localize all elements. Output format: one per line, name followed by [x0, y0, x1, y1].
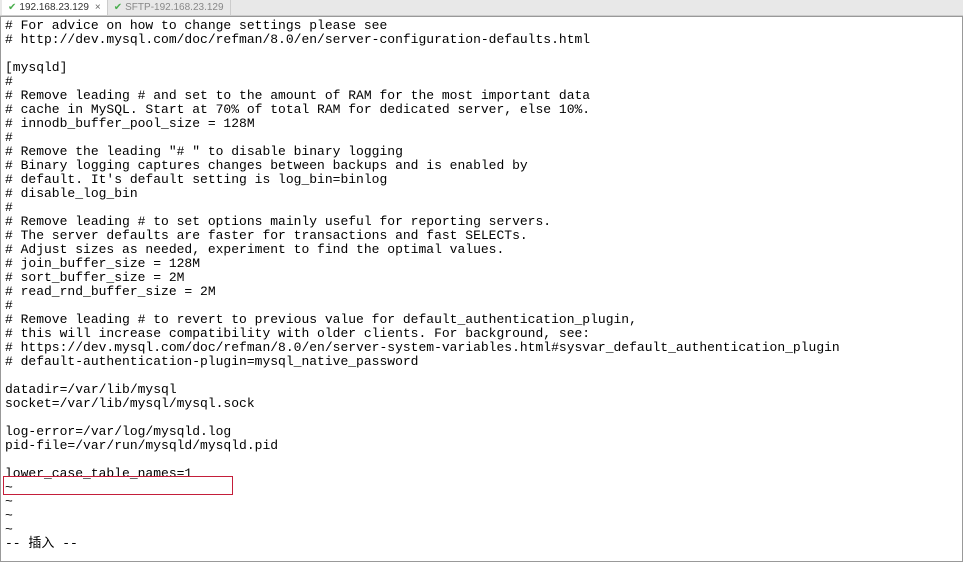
text-editor[interactable]: # For advice on how to change settings p… [0, 16, 963, 562]
tab-inactive[interactable]: ✔ SFTP-192.168.23.129 [108, 0, 231, 15]
tab-bar: ✔ 192.168.23.129 × ✔ SFTP-192.168.23.129 [0, 0, 963, 16]
tab-active[interactable]: ✔ 192.168.23.129 × [2, 0, 108, 15]
close-icon[interactable]: × [95, 2, 101, 13]
tab-label: SFTP-192.168.23.129 [125, 2, 223, 13]
tab-label: 192.168.23.129 [19, 2, 89, 13]
check-icon: ✔ [114, 2, 122, 13]
check-icon: ✔ [8, 2, 16, 13]
file-content[interactable]: # For advice on how to change settings p… [5, 19, 958, 551]
